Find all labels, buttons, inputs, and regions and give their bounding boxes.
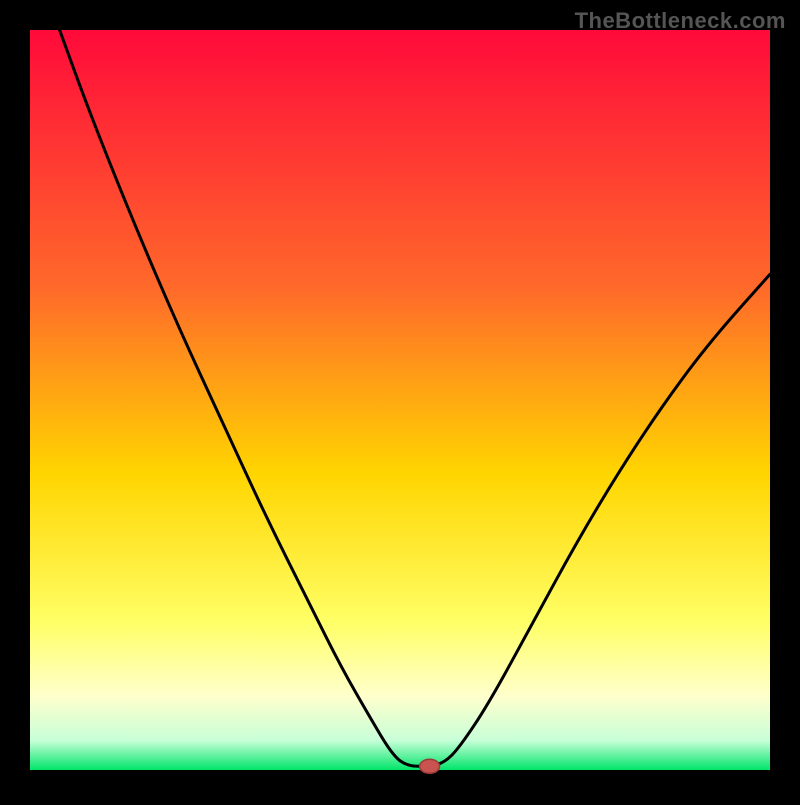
watermark-text: TheBottleneck.com <box>575 8 786 34</box>
chart-svg <box>0 0 800 800</box>
chart-plot-area <box>30 30 770 770</box>
chart-container <box>0 0 800 800</box>
optimum-marker <box>420 759 440 773</box>
